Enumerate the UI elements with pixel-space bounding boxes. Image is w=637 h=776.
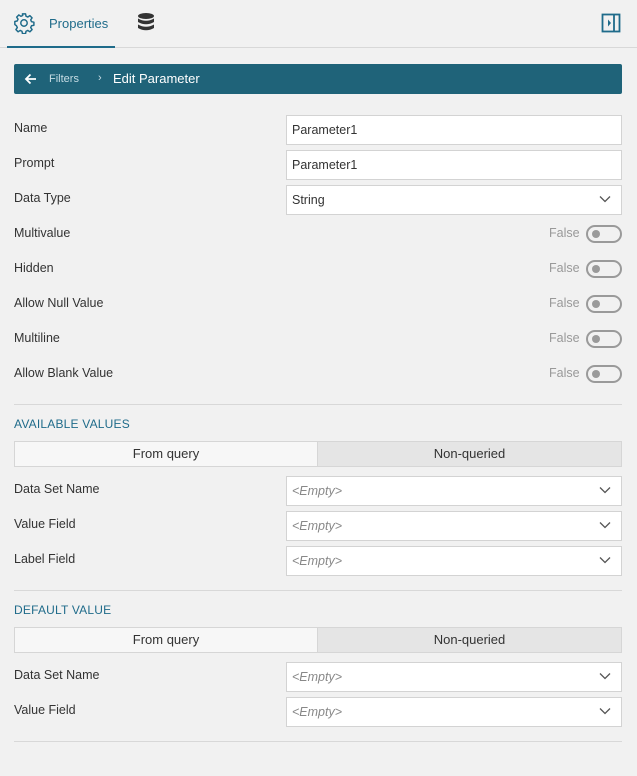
toggle-knob <box>592 370 600 378</box>
tab-properties-label: Properties <box>49 16 109 31</box>
multivalue-label: Multivalue <box>14 226 71 240</box>
hidden-toggle[interactable] <box>586 260 622 278</box>
breadcrumb-parent[interactable]: Filters <box>49 73 79 85</box>
allow-blank-value-label: Allow Blank Value <box>14 366 114 380</box>
available-data-set-name-value: <Empty> <box>292 484 343 498</box>
default-data-set-name-select[interactable]: <Empty> <box>286 662 622 692</box>
prompt-input[interactable]: Parameter1 <box>286 150 622 180</box>
chevron-down-icon <box>599 487 611 494</box>
available-value-field-value: <Empty> <box>292 519 343 533</box>
data-type-value: String <box>292 193 325 207</box>
available-values-tab-from-query[interactable]: From query <box>14 441 318 467</box>
breadcrumb: Filters › Edit Parameter <box>14 64 622 94</box>
available-label-field-value: <Empty> <box>292 554 343 568</box>
available-label-field-select[interactable]: <Empty> <box>286 546 622 576</box>
panel-toggle-icon[interactable] <box>601 13 621 33</box>
allow-blank-value-state: False <box>549 366 580 380</box>
available-value-field-label: Value Field <box>14 517 76 531</box>
default-value-tab-from-query[interactable]: From query <box>14 627 318 653</box>
available-values-tabs: From query Non-queried <box>14 441 622 467</box>
chevron-down-icon <box>599 673 611 680</box>
data-type-select[interactable]: String <box>286 185 622 215</box>
breadcrumb-current: Edit Parameter <box>113 71 200 86</box>
data-type-label: Data Type <box>14 191 71 205</box>
default-value-tab-non-queried[interactable]: Non-queried <box>318 627 622 653</box>
gear-icon <box>14 13 35 34</box>
allow-blank-value-toggle[interactable] <box>586 365 622 383</box>
toggle-knob <box>592 300 600 308</box>
top-bar: Properties <box>0 0 637 48</box>
allow-null-value-label: Allow Null Value <box>14 296 104 310</box>
default-value-field-select[interactable]: <Empty> <box>286 697 622 727</box>
divider <box>14 404 622 405</box>
multivalue-toggle[interactable] <box>586 225 622 243</box>
default-data-set-name-value: <Empty> <box>292 670 343 684</box>
default-value-field-value: <Empty> <box>292 705 343 719</box>
chevron-down-icon <box>599 708 611 715</box>
toggle-knob <box>592 335 600 343</box>
available-values-title: AVAILABLE VALUES <box>14 417 130 431</box>
available-value-field-select[interactable]: <Empty> <box>286 511 622 541</box>
chevron-down-icon <box>599 196 611 203</box>
multiline-state: False <box>549 331 580 345</box>
database-icon[interactable] <box>136 12 156 34</box>
default-value-title: DEFAULT VALUE <box>14 603 112 617</box>
breadcrumb-separator: › <box>98 72 102 84</box>
hidden-label: Hidden <box>14 261 54 275</box>
available-label-field-label: Label Field <box>14 552 76 566</box>
name-label: Name <box>14 121 48 135</box>
toggle-knob <box>592 265 600 273</box>
chevron-down-icon <box>599 557 611 564</box>
divider <box>14 590 622 591</box>
name-input[interactable]: Parameter1 <box>286 115 622 145</box>
multiline-toggle[interactable] <box>586 330 622 348</box>
default-data-set-name-label: Data Set Name <box>14 668 100 682</box>
multiline-label: Multiline <box>14 331 60 345</box>
divider <box>14 741 622 742</box>
allow-null-value-toggle[interactable] <box>586 295 622 313</box>
available-data-set-name-select[interactable]: <Empty> <box>286 476 622 506</box>
available-values-tab-non-queried[interactable]: Non-queried <box>318 441 622 467</box>
hidden-state: False <box>549 261 580 275</box>
default-value-field-label: Value Field <box>14 703 76 717</box>
allow-null-value-state: False <box>549 296 580 310</box>
available-data-set-name-label: Data Set Name <box>14 482 100 496</box>
default-value-tabs: From query Non-queried <box>14 627 622 653</box>
chevron-down-icon <box>599 522 611 529</box>
multivalue-state: False <box>549 226 580 240</box>
prompt-label: Prompt <box>14 156 55 170</box>
toggle-knob <box>592 230 600 238</box>
tab-properties[interactable]: Properties <box>7 0 115 48</box>
back-arrow-icon[interactable] <box>24 72 38 86</box>
